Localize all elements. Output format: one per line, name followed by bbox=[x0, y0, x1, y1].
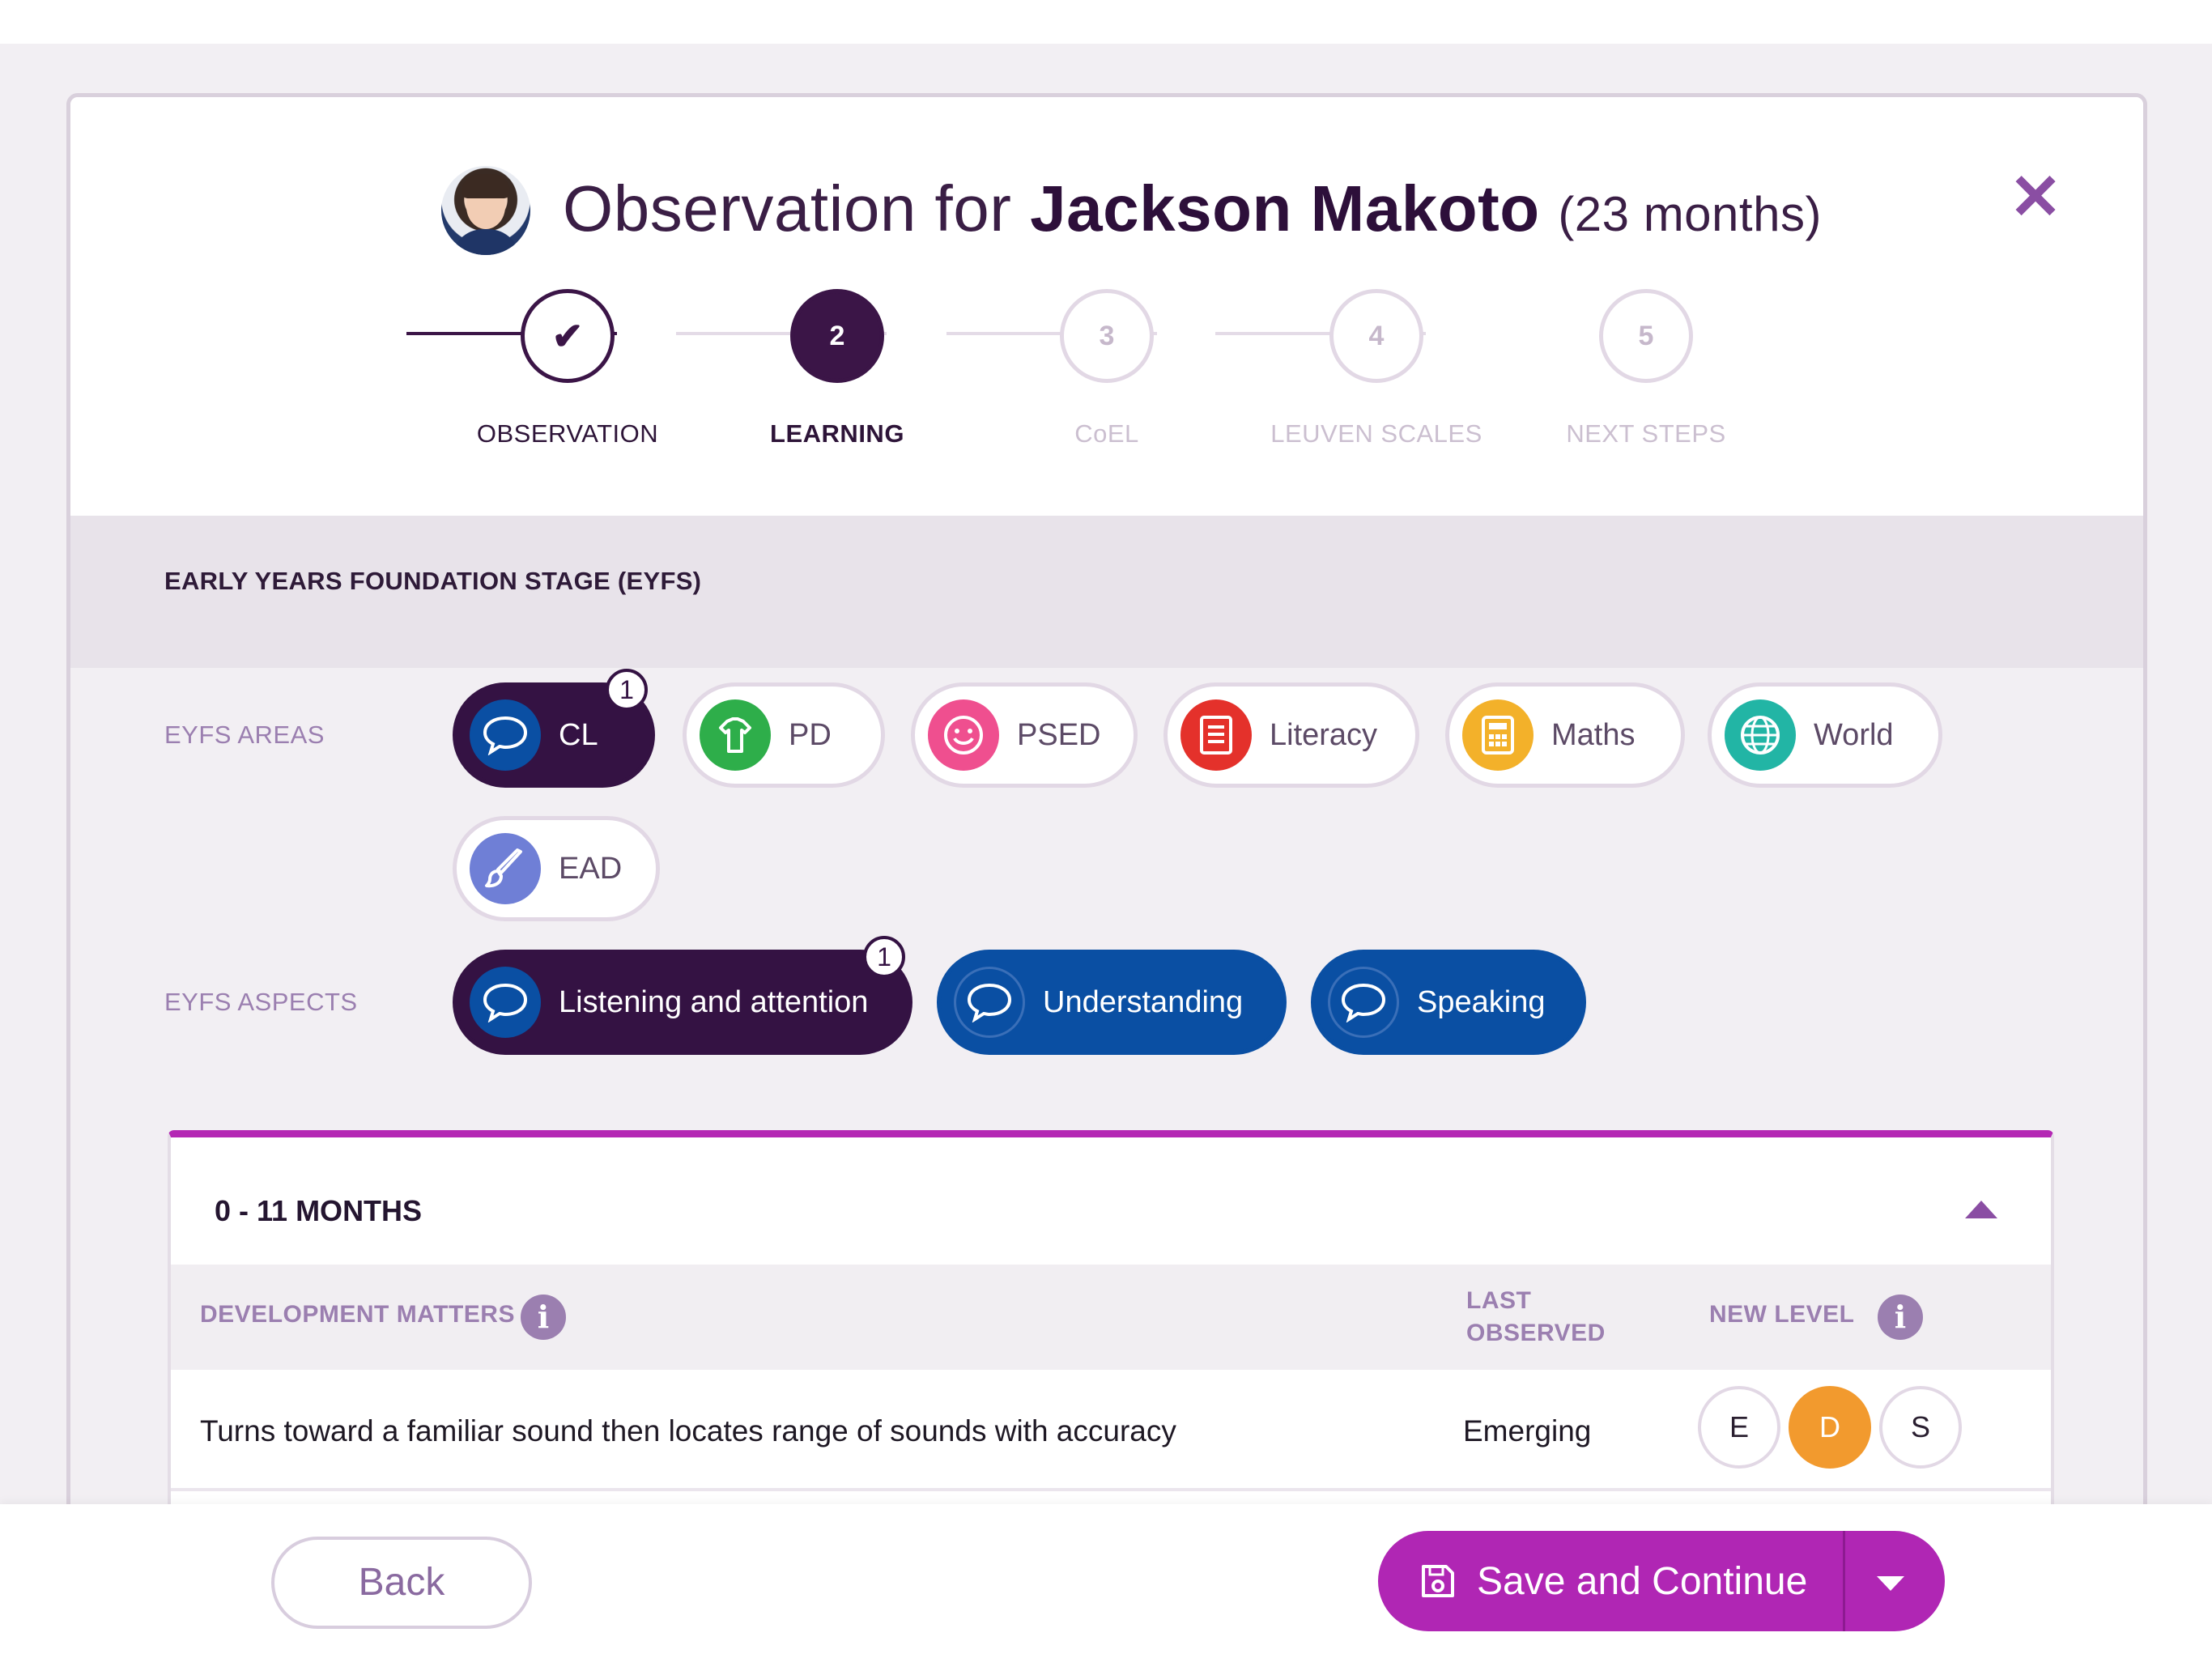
step-number: 3 bbox=[1099, 321, 1115, 351]
page-title: Observation for Jackson Makoto (23 month… bbox=[563, 172, 1822, 246]
step-number: 2 bbox=[829, 321, 845, 351]
step-5-next-steps[interactable]: 5 bbox=[1599, 289, 1693, 383]
save-and-continue-button[interactable]: Save and Continue bbox=[1378, 1531, 1945, 1631]
level-secure-button[interactable]: S bbox=[1879, 1386, 1962, 1469]
aspect-label: Listening and attention bbox=[559, 984, 869, 1019]
area-pill-maths[interactable]: Maths bbox=[1445, 682, 1685, 788]
area-pill-cl[interactable]: CL 1 bbox=[453, 669, 655, 788]
aspects-label: EYFS ASPECTS bbox=[164, 988, 358, 1016]
close-icon[interactable]: ✕ bbox=[2007, 165, 2064, 228]
smiley-icon bbox=[928, 699, 999, 771]
area-label: Literacy bbox=[1270, 717, 1378, 752]
aspect-pill-listening[interactable]: Listening and attention 1 bbox=[453, 936, 912, 1055]
speech-bubble-icon bbox=[470, 699, 541, 771]
step-2-learning[interactable]: 2 bbox=[790, 289, 884, 383]
back-button[interactable]: Back bbox=[271, 1537, 532, 1629]
step-number: 5 bbox=[1638, 321, 1654, 351]
area-pill-ead[interactable]: EAD bbox=[453, 816, 660, 921]
selection-count-badge: 1 bbox=[863, 936, 905, 978]
last-observed-value: Emerging bbox=[1463, 1414, 1592, 1448]
aspect-label: Understanding bbox=[1043, 984, 1244, 1019]
info-icon[interactable]: i bbox=[1878, 1295, 1923, 1340]
title-prefix: Observation for bbox=[563, 172, 1012, 244]
column-new-level: NEW LEVEL bbox=[1709, 1301, 1855, 1328]
area-pill-world[interactable]: World bbox=[1708, 682, 1942, 788]
table-row: Turns toward a familiar sound then locat… bbox=[171, 1370, 2051, 1491]
section-title: EARLY YEARS FOUNDATION STAGE (EYFS) bbox=[164, 567, 702, 595]
area-label: EAD bbox=[559, 851, 623, 886]
column-development-matters: DEVELOPMENT MATTERS bbox=[200, 1301, 515, 1328]
chevron-down-icon[interactable] bbox=[1877, 1576, 1904, 1591]
info-icon[interactable]: i bbox=[521, 1295, 566, 1340]
age-band-title: 0 - 11 MONTHS bbox=[215, 1194, 423, 1227]
step-number: 4 bbox=[1368, 321, 1385, 351]
column-last-observed-line2: OBSERVED bbox=[1466, 1320, 1606, 1346]
development-statement: Turns toward a familiar sound then locat… bbox=[200, 1414, 1176, 1448]
step-1-observation[interactable]: ✔ bbox=[521, 289, 615, 383]
modal-header: Observation for Jackson Makoto (23 month… bbox=[70, 97, 2143, 516]
area-pill-pd[interactable]: PD bbox=[683, 682, 885, 788]
child-avatar bbox=[441, 166, 530, 255]
calculator-icon bbox=[1462, 699, 1534, 771]
step-label: NEXT STEPS bbox=[1566, 419, 1726, 448]
observation-modal: Observation for Jackson Makoto (23 month… bbox=[66, 93, 2147, 1631]
paintbrush-icon bbox=[470, 833, 541, 904]
area-label: World bbox=[1814, 717, 1894, 752]
area-label: CL bbox=[559, 717, 598, 752]
top-bar bbox=[0, 0, 2212, 44]
table-header: DEVELOPMENT MATTERS i LAST OBSERVED NEW … bbox=[171, 1265, 2051, 1370]
split-divider bbox=[1843, 1531, 1845, 1631]
aspect-pill-understanding[interactable]: Understanding bbox=[937, 950, 1287, 1055]
book-icon bbox=[1180, 699, 1252, 771]
check-icon: ✔ bbox=[551, 315, 584, 357]
step-label: CoEL bbox=[1074, 419, 1139, 448]
step-3-coel[interactable]: 3 bbox=[1060, 289, 1154, 383]
child-age: (23 months) bbox=[1558, 187, 1822, 241]
save-label: Save and Continue bbox=[1477, 1559, 1808, 1603]
area-label: Maths bbox=[1551, 717, 1636, 752]
child-name: Jackson Makoto bbox=[1030, 172, 1540, 244]
floppy-disk-icon bbox=[1422, 1565, 1454, 1597]
level-emerging-button[interactable]: E bbox=[1698, 1386, 1780, 1469]
step-4-leuven[interactable]: 4 bbox=[1329, 289, 1423, 383]
step-label: LEUVEN SCALES bbox=[1270, 419, 1482, 448]
selection-count-badge: 1 bbox=[606, 669, 648, 711]
globe-icon bbox=[1725, 699, 1796, 771]
area-pill-literacy[interactable]: Literacy bbox=[1163, 682, 1419, 788]
collapse-caret-icon[interactable] bbox=[1965, 1201, 1997, 1218]
step-label: LEARNING bbox=[770, 419, 904, 448]
aspect-pill-speaking[interactable]: Speaking bbox=[1311, 950, 1586, 1055]
area-pill-psed[interactable]: PSED bbox=[911, 682, 1138, 788]
aspect-label: Speaking bbox=[1417, 984, 1546, 1019]
speech-bubble-icon bbox=[1328, 967, 1399, 1038]
step-label: OBSERVATION bbox=[476, 419, 659, 448]
shirt-icon bbox=[700, 699, 771, 771]
level-developing-button[interactable]: D bbox=[1789, 1386, 1871, 1469]
footer-bar: Back Save and Continue bbox=[0, 1504, 2212, 1658]
areas-label: EYFS AREAS bbox=[164, 721, 325, 749]
column-last-observed-line1: LAST bbox=[1466, 1287, 1532, 1314]
speech-bubble-icon bbox=[470, 967, 541, 1038]
speech-bubble-icon bbox=[954, 967, 1025, 1038]
area-label: PSED bbox=[1017, 717, 1101, 752]
area-label: PD bbox=[789, 717, 832, 752]
